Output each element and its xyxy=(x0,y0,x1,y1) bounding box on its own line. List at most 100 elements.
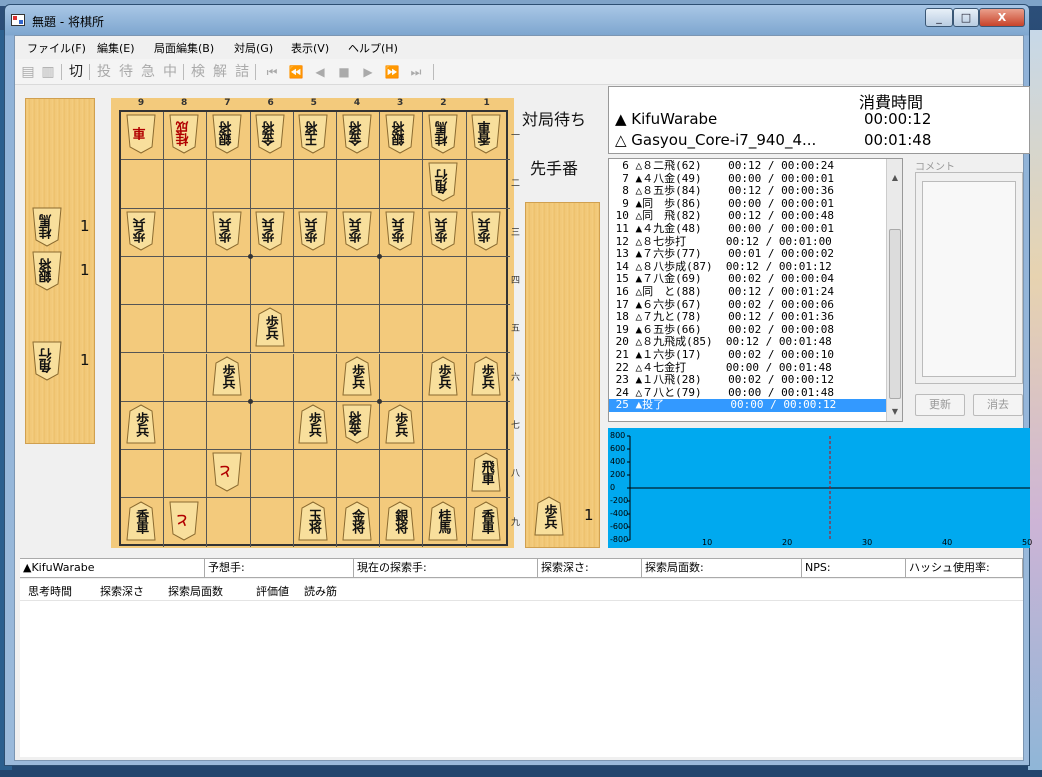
shogi-piece[interactable]: 歩兵 xyxy=(342,211,372,251)
shogi-piece[interactable]: 歩兵 xyxy=(255,211,285,251)
shogi-piece[interactable]: 桂馬 xyxy=(428,114,458,154)
shogi-piece[interactable]: 銀将 xyxy=(385,500,415,541)
prev-move-icon[interactable]: ◀ xyxy=(309,62,331,82)
kifu-row[interactable]: 23 ▲１八飛(28) 00:02 / 00:00:12 xyxy=(609,374,887,387)
kifu-row[interactable]: 7 ▲４八金(49) 00:00 / 00:00:01 xyxy=(609,172,887,186)
shogi-piece[interactable]: 金将 xyxy=(255,114,285,154)
board-square[interactable] xyxy=(164,160,208,209)
col-pv[interactable]: 読み筋 xyxy=(304,583,337,599)
board-square[interactable] xyxy=(207,498,251,547)
menu-edit[interactable]: 編集(E) xyxy=(97,40,135,56)
shogi-piece[interactable]: 香車 xyxy=(126,500,156,541)
mate-button[interactable]: 詰 xyxy=(233,62,251,82)
shogi-piece[interactable]: 角行 xyxy=(32,341,62,381)
kifu-list[interactable]: 25 ▲投了 00:00 / 00:00:12 24 △７八と(79) 00:0… xyxy=(608,158,903,422)
title-bar[interactable]: 無題 - 将棋所 _ □ X xyxy=(5,5,1029,35)
clear-comment-button[interactable]: 消去 xyxy=(973,394,1023,416)
shogi-piece[interactable]: 歩兵 xyxy=(212,211,242,251)
shogi-piece[interactable]: 金将 xyxy=(342,404,372,444)
shogi-piece[interactable]: 歩兵 xyxy=(298,404,328,444)
analysis-list[interactable] xyxy=(20,601,1023,757)
board-square[interactable] xyxy=(466,257,510,306)
board-square[interactable] xyxy=(121,450,165,499)
board-square[interactable] xyxy=(121,305,165,354)
board-square[interactable] xyxy=(164,256,208,306)
menu-position-edit[interactable]: 局面編集(B) xyxy=(154,40,214,56)
menu-view[interactable]: 表示(V) xyxy=(291,40,329,56)
shogi-piece[interactable]: 香車 xyxy=(471,500,501,541)
sente-hand-area[interactable]: 歩兵 1 xyxy=(525,202,600,548)
board-square[interactable] xyxy=(423,450,467,499)
kifu-row[interactable]: 9 ▲同 歩(86) 00:00 / 00:00:01 xyxy=(609,197,887,211)
col-eval[interactable]: 評価値 xyxy=(256,583,289,599)
kifu-row-selected[interactable]: 25 ▲投了 00:00 / 00:00:12 xyxy=(609,399,887,412)
kifu-row[interactable]: 16 △同 と(88) 00:12 / 00:01:24 xyxy=(609,285,887,299)
board-square[interactable] xyxy=(423,256,467,306)
shogi-piece[interactable]: 歩兵 xyxy=(534,496,564,536)
board-square[interactable] xyxy=(121,256,165,306)
board-square[interactable] xyxy=(337,305,381,354)
analyze-button[interactable]: 解 xyxy=(211,62,229,82)
board-square[interactable] xyxy=(207,401,251,451)
board-square[interactable] xyxy=(466,305,510,354)
cut-button[interactable]: 切 xyxy=(67,62,85,82)
board-square[interactable] xyxy=(380,305,424,354)
shogi-piece[interactable]: 歩兵 xyxy=(255,307,285,347)
board-square[interactable] xyxy=(380,160,424,209)
board-square[interactable] xyxy=(380,256,424,306)
board-square[interactable] xyxy=(293,353,337,402)
wait-button[interactable]: 待 xyxy=(117,62,135,82)
board-square[interactable] xyxy=(337,256,381,306)
gote-hand-area[interactable]: 桂馬 1 銀将 1 角行 1 xyxy=(25,98,95,444)
kifu-row[interactable]: 11 ▲４九金(48) 00:00 / 00:00:01 xyxy=(609,222,887,236)
board-square[interactable] xyxy=(164,401,208,451)
board-square[interactable] xyxy=(337,450,381,499)
search-button[interactable]: 検 xyxy=(189,62,207,82)
board-square[interactable] xyxy=(423,305,467,354)
update-comment-button[interactable]: 更新 xyxy=(915,394,965,416)
shogi-piece[interactable]: 桂馬 xyxy=(32,207,62,247)
board-square[interactable] xyxy=(207,256,251,306)
scroll-down-icon[interactable]: ▼ xyxy=(889,407,901,417)
shogi-piece[interactable]: 歩兵 xyxy=(342,356,372,396)
shogi-piece[interactable]: 金将 xyxy=(342,500,372,541)
kifu-row[interactable]: 17 ▲６六歩(67) 00:02 / 00:00:06 xyxy=(609,298,887,312)
shogi-piece[interactable]: 銀将 xyxy=(32,251,62,291)
shogi-piece[interactable]: 歩兵 xyxy=(471,356,501,396)
last-move-icon[interactable]: ⏭ xyxy=(405,62,427,82)
board-square[interactable] xyxy=(164,450,208,499)
board-square[interactable] xyxy=(423,401,467,451)
abort-button[interactable]: 中 xyxy=(161,62,179,82)
shogi-piece[interactable]: 歩兵 xyxy=(212,356,242,396)
kifu-row[interactable]: 10 △同 飛(82) 00:12 / 00:00:48 xyxy=(609,210,887,223)
kifu-row[interactable]: 13 ▲７六歩(77) 00:01 / 00:00:02 xyxy=(609,248,887,261)
app-icon[interactable] xyxy=(11,14,25,26)
kifu-row[interactable]: 24 △７八と(79) 00:00 / 00:01:48 xyxy=(609,386,887,400)
minimize-button[interactable]: _ xyxy=(925,8,953,27)
shogi-piece[interactable]: 銀将 xyxy=(212,114,242,154)
new-icon[interactable]: ▤ xyxy=(19,62,37,82)
shogi-piece[interactable]: 角行 xyxy=(428,162,458,203)
eval-graph[interactable]: 800 600 400 200 0 -200 -400 -600 -800 10 20 30 40 50 xyxy=(608,428,1032,548)
board-square[interactable] xyxy=(121,353,165,402)
board-square[interactable] xyxy=(207,305,251,354)
board-square[interactable] xyxy=(250,401,294,451)
shogi-piece[interactable]: 歩兵 xyxy=(428,211,458,251)
kifu-row[interactable]: 15 ▲７八金(69) 00:02 / 00:00:04 xyxy=(609,273,887,286)
board-square[interactable] xyxy=(466,160,510,209)
hurry-button[interactable]: 急 xyxy=(139,62,157,82)
maximize-button[interactable]: □ xyxy=(953,8,979,27)
shogi-piece[interactable]: 歩兵 xyxy=(126,211,156,251)
comment-textarea[interactable] xyxy=(922,181,1016,377)
board-square[interactable] xyxy=(380,450,424,499)
board-square[interactable] xyxy=(293,305,337,354)
scroll-thumb[interactable] xyxy=(889,229,901,399)
kifu-row[interactable]: 12 △８七歩打 00:12 / 00:01:00 xyxy=(609,235,887,249)
kifu-row[interactable]: 14 △８八歩成(87) 00:12 / 00:01:12 xyxy=(609,260,887,274)
shogi-piece[interactable]: 桂成 xyxy=(169,114,199,154)
board-square[interactable] xyxy=(121,160,165,209)
stop-icon[interactable]: ■ xyxy=(333,62,355,82)
kifu-row[interactable]: 22 △４七金打 00:00 / 00:01:48 xyxy=(609,361,887,375)
kifu-row[interactable]: 6 △８二飛(62) 00:12 / 00:00:24 xyxy=(609,159,887,173)
scroll-up-icon[interactable]: ▲ xyxy=(889,173,901,182)
